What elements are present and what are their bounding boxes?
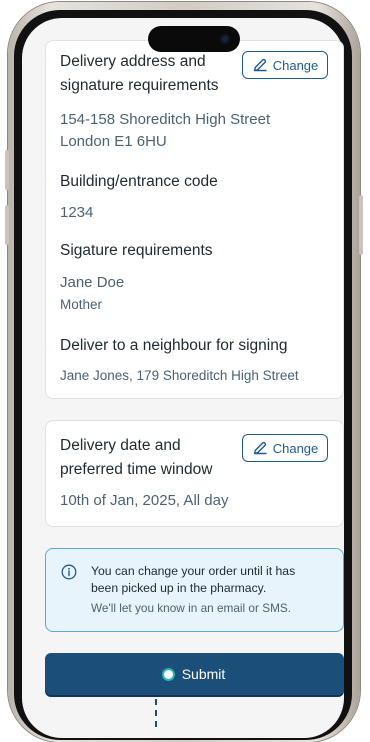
signature-relation: Mother: [60, 297, 103, 312]
phone-side-button: [5, 150, 9, 190]
submit-label: Submit: [181, 666, 226, 682]
info-main-text: You can change your order until it has b…: [91, 564, 296, 595]
submit-button[interactable]: Submit: [45, 653, 344, 695]
neighbour-label: Deliver to a neighbour for signing: [60, 337, 288, 354]
change-date-label: Change: [272, 440, 319, 456]
dynamic-island: [148, 26, 240, 52]
phone-power-button: [359, 195, 363, 255]
signature-name: Jane Doe: [60, 274, 125, 291]
building-code-label: Building/entrance code: [60, 173, 218, 190]
change-date-button[interactable]: Change: [242, 434, 328, 462]
address-value: 154-158 Shoreditch High Street London E1…: [60, 109, 270, 153]
phone-side-button: [5, 205, 9, 245]
change-address-button[interactable]: Change: [242, 51, 328, 79]
info-icon: [61, 564, 77, 580]
delivery-address-title: Delivery address and signature requireme…: [60, 53, 219, 94]
neighbour-value: Jane Jones, 179 Shoreditch High Street: [60, 368, 299, 383]
pencil-icon: [253, 58, 267, 72]
delivery-date-value: 10th of Jan, 2025, All day: [60, 492, 229, 509]
status-dot-icon: [163, 669, 173, 679]
info-sub-text: We'll let you know in an email or SMS.: [91, 601, 292, 615]
dashed-connector: [155, 699, 157, 727]
info-callout: You can change your order until it has b…: [45, 548, 344, 632]
address-line-1: 154-158 Shoreditch High Street: [60, 111, 271, 128]
signature-requirements-label: Sigature requirements: [60, 242, 213, 259]
pencil-icon: [253, 441, 267, 455]
address-line-2: London E1 6HU: [60, 133, 167, 150]
building-code-value: 1234: [60, 204, 94, 221]
delivery-date-title: Delivery date and preferred time window: [60, 437, 213, 478]
change-address-label: Change: [272, 57, 319, 73]
camera-icon: [220, 34, 230, 44]
